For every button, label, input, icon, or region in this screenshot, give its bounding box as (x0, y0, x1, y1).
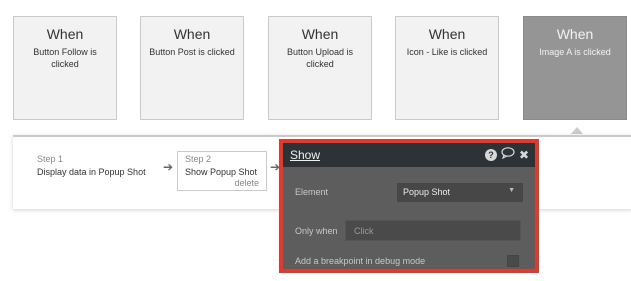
event-card-button-upload[interactable]: When Button Upload is clicked (268, 16, 372, 120)
step-number: Step 2 (185, 154, 212, 164)
help-icon[interactable]: ? (484, 148, 497, 161)
step-number: Step 1 (37, 154, 64, 164)
event-description: Button Follow is clicked (33, 47, 97, 69)
step-1[interactable]: Step 1 Display data in Popup Shot (37, 154, 146, 177)
only-when-label: Only when (295, 226, 338, 236)
comment-icon[interactable] (501, 147, 515, 162)
event-card-image-a[interactable]: When Image A is clicked (523, 16, 627, 120)
debug-breakpoint-checkbox[interactable] (507, 255, 519, 267)
element-select-value: Popup Shot (403, 187, 451, 197)
step-label: Display data in Popup Shot (37, 167, 146, 177)
event-description: Icon - Like is clicked (406, 47, 488, 57)
step-label: Show Popup Shot (185, 167, 258, 177)
popup-title[interactable]: Show (290, 148, 320, 162)
step-2[interactable]: Step 2 Show Popup Shot (185, 154, 257, 177)
event-when-label: When (556, 26, 594, 42)
element-label: Element (295, 187, 329, 197)
event-when-label: When (173, 26, 211, 42)
event-when-label: When (46, 26, 84, 42)
only-when-input[interactable] (345, 220, 521, 241)
event-card-button-post[interactable]: When Button Post is clicked (140, 16, 244, 120)
debug-breakpoint-label: Add a breakpoint in debug mode (295, 256, 426, 266)
show-action-popup: Show ? ✖ Element Popup Shot ▼ Only when … (279, 139, 539, 273)
popup-header-icons: ? ✖ (484, 147, 529, 162)
step-arrow-icon: ➔ (163, 160, 174, 174)
chevron-down-icon: ▼ (508, 187, 515, 194)
element-select[interactable]: Popup Shot ▼ (397, 183, 523, 202)
popup-header: Show ? ✖ (283, 143, 535, 167)
event-when-label: When (428, 26, 466, 42)
event-card-icon-like[interactable]: When Icon - Like is clicked (395, 16, 499, 120)
event-description: Button Post is clicked (149, 47, 235, 57)
event-description: Button Upload is clicked (286, 47, 354, 69)
close-icon[interactable]: ✖ (519, 148, 529, 162)
event-when-label: When (301, 26, 339, 42)
event-description: Image A is clicked (539, 47, 611, 57)
event-card-button-follow[interactable]: When Button Follow is clicked (13, 16, 117, 120)
delete-step-link[interactable]: delete (234, 178, 259, 188)
selected-event-pointer (571, 127, 583, 134)
